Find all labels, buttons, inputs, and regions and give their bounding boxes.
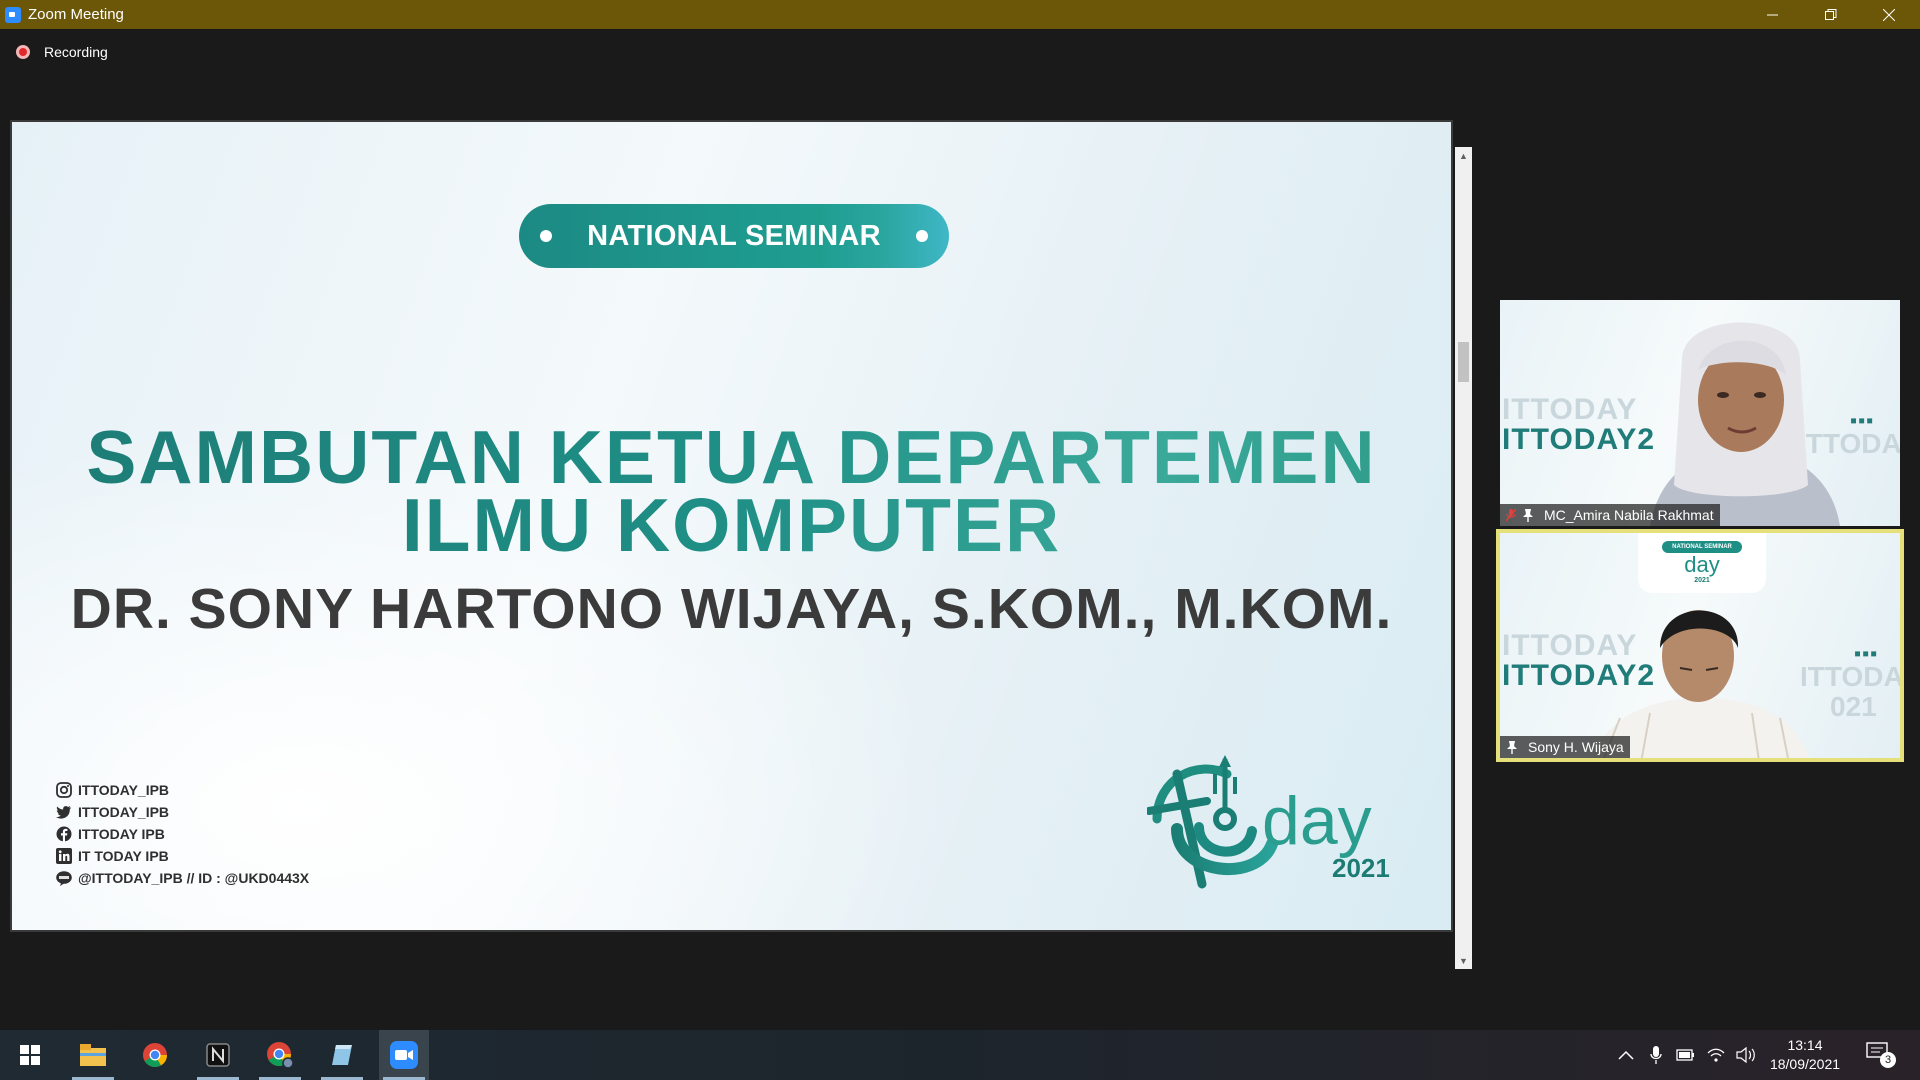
tray-microphone[interactable] bbox=[1650, 1030, 1662, 1080]
spotlight-icon bbox=[1523, 509, 1533, 522]
scroll-up-icon[interactable]: ▲ bbox=[1455, 147, 1472, 164]
line-icon bbox=[55, 870, 72, 887]
notion-icon bbox=[206, 1043, 230, 1067]
clock-time: 13:14 bbox=[1787, 1037, 1823, 1053]
windows-logo-icon bbox=[20, 1045, 40, 1065]
social-text: ITTODAY_IPB bbox=[78, 782, 170, 798]
minimize-button[interactable] bbox=[1744, 0, 1802, 29]
speaker-name: DR. SONY HARTONO WIJAYA, S.KOM., M.KOM. bbox=[70, 577, 1393, 641]
social-item: ITTODAY_IPB bbox=[55, 779, 309, 801]
taskbar-chrome[interactable] bbox=[130, 1030, 180, 1080]
participant-person-image bbox=[1650, 322, 1840, 526]
windows-taskbar: 13:14 18/09/2021 3 bbox=[0, 1030, 1920, 1080]
chrome-icon bbox=[143, 1043, 167, 1068]
scroll-thumb[interactable] bbox=[1458, 342, 1469, 382]
wifi-icon bbox=[1707, 1048, 1725, 1062]
scroll-down-icon[interactable]: ▼ bbox=[1455, 952, 1472, 969]
restore-icon bbox=[1825, 8, 1837, 20]
slide-heading-line2: ILMU KOMPUTER bbox=[12, 485, 1451, 565]
twitter-icon bbox=[55, 804, 72, 821]
social-item: ITTODAY_IPB bbox=[55, 801, 309, 823]
logo-word: day bbox=[1262, 783, 1372, 859]
close-icon bbox=[1883, 8, 1895, 21]
zoom-icon bbox=[390, 1041, 418, 1069]
taskbar-file-explorer[interactable] bbox=[68, 1030, 118, 1080]
participant-nameplate: Sony H. Wijaya bbox=[1500, 736, 1630, 758]
restore-button[interactable] bbox=[1802, 0, 1860, 29]
social-list: ITTODAY_IPB ITTODAY_IPB ITTODAY IPB IT T… bbox=[55, 779, 309, 889]
chevron-up-icon bbox=[1618, 1050, 1634, 1060]
volume-icon bbox=[1736, 1047, 1755, 1063]
background-watermark: ITTODAY bbox=[1502, 393, 1638, 426]
social-text: IT TODAY IPB bbox=[78, 848, 169, 864]
shared-screen[interactable]: NATIONAL SEMINAR SAMBUTAN KETUA DEPARTEM… bbox=[10, 120, 1453, 932]
taskbar-notepad[interactable] bbox=[317, 1030, 367, 1080]
start-button[interactable] bbox=[5, 1030, 55, 1080]
zoom-app-icon bbox=[5, 6, 21, 23]
share-scrollbar[interactable]: ▲ ▼ bbox=[1455, 147, 1472, 969]
minimize-icon bbox=[1767, 14, 1778, 15]
ittoday-logo: day 2021 bbox=[1147, 755, 1390, 889]
recording-dot-icon bbox=[16, 45, 30, 59]
background-slide-logo: day bbox=[1684, 552, 1720, 577]
badge-dot-icon bbox=[540, 230, 552, 242]
tray-overflow-button[interactable] bbox=[1618, 1030, 1634, 1080]
tray-network[interactable] bbox=[1706, 1030, 1726, 1080]
instagram-icon bbox=[55, 782, 72, 799]
participant-name: MC_Amira Nabila Rakhmat bbox=[1544, 507, 1714, 523]
tray-battery[interactable] bbox=[1676, 1030, 1696, 1080]
seminar-badge: NATIONAL SEMINAR bbox=[519, 204, 949, 268]
window-title: Zoom Meeting bbox=[28, 6, 124, 23]
participant-nameplate: MC_Amira Nabila Rakhmat bbox=[1500, 504, 1720, 526]
social-text: ITTODAY IPB bbox=[78, 826, 165, 842]
meeting-area: Recording NATIONAL SEMINAR SAMBUTAN KETU… bbox=[0, 29, 1920, 1030]
facebook-icon bbox=[55, 826, 72, 843]
participant-video-active-speaker[interactable]: ITTODAY ITTODAY2 ▪▪▪ ITTODAY 021 NATIONA… bbox=[1496, 529, 1904, 762]
badge-dot-icon bbox=[916, 230, 928, 242]
clock-date: 18/09/2021 bbox=[1769, 1056, 1841, 1072]
chrome-profile-icon bbox=[267, 1042, 294, 1069]
notepad-icon bbox=[332, 1045, 352, 1065]
taskbar-notion[interactable] bbox=[193, 1030, 243, 1080]
battery-charging-icon bbox=[1676, 1049, 1694, 1061]
social-item: @ITTODAY_IPB // ID : @UKD0443X bbox=[55, 867, 309, 889]
social-item: ITTODAY IPB bbox=[55, 823, 309, 845]
recording-label: Recording bbox=[44, 44, 108, 60]
seminar-badge-label: NATIONAL SEMINAR bbox=[587, 219, 881, 252]
muted-mic-icon bbox=[1506, 508, 1516, 522]
action-center-button[interactable]: 3 bbox=[1866, 1042, 1896, 1068]
social-text: @ITTODAY_IPB // ID : @UKD0443X bbox=[78, 870, 310, 886]
file-explorer-icon bbox=[80, 1044, 106, 1066]
taskbar-clock[interactable]: 13:14 18/09/2021 bbox=[1760, 1036, 1850, 1074]
recording-indicator[interactable]: Recording bbox=[16, 44, 108, 60]
notification-count-badge: 3 bbox=[1880, 1052, 1896, 1068]
taskbar-chrome-profile[interactable] bbox=[255, 1030, 305, 1080]
participant-video[interactable]: ITTODAY ITTODAY2 ▪▪▪ ITTODAY MC_Amira Na… bbox=[1500, 300, 1900, 526]
social-text: ITTODAY_IPB bbox=[78, 804, 170, 820]
background-watermark: 021 bbox=[1830, 691, 1877, 722]
social-item: IT TODAY IPB bbox=[55, 845, 309, 867]
microphone-icon bbox=[1650, 1046, 1662, 1064]
close-button[interactable] bbox=[1860, 0, 1918, 29]
taskbar-zoom[interactable] bbox=[379, 1030, 429, 1080]
participant-name: Sony H. Wijaya bbox=[1528, 739, 1624, 755]
spotlight-icon bbox=[1507, 741, 1517, 754]
title-bar: Zoom Meeting bbox=[0, 0, 1920, 29]
logo-year: 2021 bbox=[1332, 853, 1390, 883]
background-slide-card: NATIONAL SEMINAR day 2021 bbox=[1638, 533, 1766, 593]
background-slide-logo-year: 2021 bbox=[1694, 577, 1710, 584]
linkedin-icon bbox=[55, 848, 72, 865]
tray-volume[interactable] bbox=[1736, 1030, 1756, 1080]
